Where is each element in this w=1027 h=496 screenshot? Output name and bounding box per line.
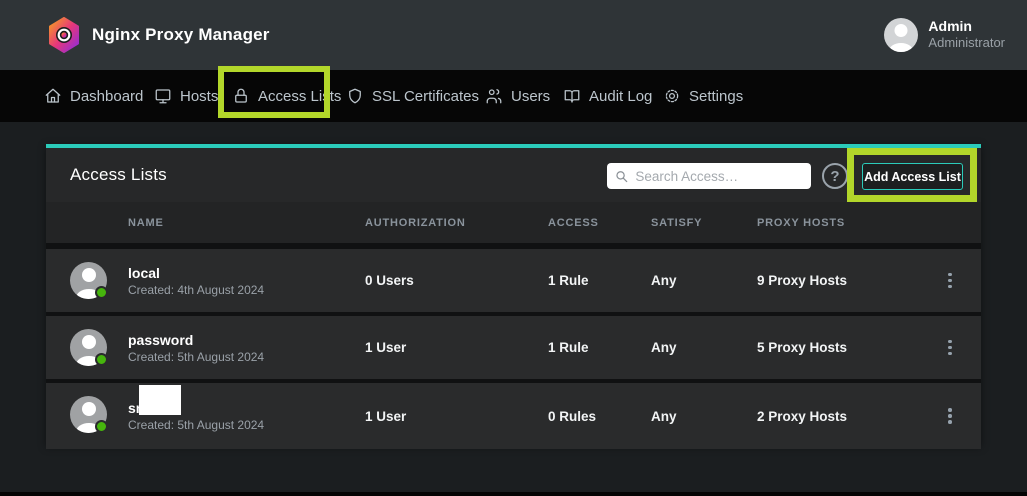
access-lists-panel: Access Lists ? Add Access List NAME AUTH… bbox=[46, 144, 981, 445]
user-name: Admin bbox=[928, 18, 1005, 35]
access-list-name: password bbox=[128, 332, 264, 348]
table-row[interactable]: password Created: 5th August 2024 1 User… bbox=[46, 316, 981, 379]
search-icon bbox=[615, 169, 628, 184]
user-menu[interactable]: Admin Administrator bbox=[884, 18, 1005, 52]
name-cell: local Created: 4th August 2024 bbox=[128, 249, 264, 312]
search-box bbox=[607, 163, 811, 189]
row-menu-kebab-icon[interactable] bbox=[941, 249, 959, 312]
proxy-hosts-value: 2 Proxy Hosts bbox=[757, 383, 847, 449]
nav-item-users[interactable]: Users bbox=[485, 70, 550, 122]
authorization-value: 1 User bbox=[365, 383, 406, 449]
created-date: Created: 5th August 2024 bbox=[128, 418, 264, 432]
user-role: Administrator bbox=[928, 35, 1005, 51]
panel-header: Access Lists ? Add Access List bbox=[46, 148, 981, 202]
nav-label: Settings bbox=[689, 88, 743, 105]
page-title: Access Lists bbox=[70, 148, 167, 202]
column-header-proxy-hosts: PROXY HOSTS bbox=[757, 202, 845, 243]
row-menu-kebab-icon[interactable] bbox=[941, 383, 959, 449]
table-row[interactable]: local Created: 4th August 2024 0 Users 1… bbox=[46, 249, 981, 312]
help-button[interactable]: ? bbox=[822, 163, 848, 189]
authorization-value: 0 Users bbox=[365, 249, 414, 312]
book-icon bbox=[563, 87, 581, 105]
row-menu-kebab-icon[interactable] bbox=[941, 316, 959, 379]
user-avatar bbox=[884, 18, 918, 52]
app-logo-icon bbox=[48, 17, 80, 53]
access-value: 1 Rule bbox=[548, 316, 589, 379]
proxy-hosts-value: 9 Proxy Hosts bbox=[757, 249, 847, 312]
online-status-dot bbox=[95, 420, 108, 433]
table-row[interactable]: sn Created: 5th August 2024 1 User 0 Rul… bbox=[46, 383, 981, 449]
search-input[interactable] bbox=[635, 169, 803, 184]
nav-label: Access Lists bbox=[258, 88, 341, 105]
access-value: 0 Rules bbox=[548, 383, 596, 449]
column-header-authorization: AUTHORIZATION bbox=[365, 202, 466, 243]
nav-label: Hosts bbox=[180, 88, 218, 105]
nav-item-audit-log[interactable]: Audit Log bbox=[563, 70, 652, 122]
nav-label: Users bbox=[511, 88, 550, 105]
table-header: NAME AUTHORIZATION ACCESS SATISFY PROXY … bbox=[46, 202, 981, 243]
nav-item-ssl-certificates[interactable]: SSL Certificates bbox=[346, 70, 479, 122]
home-icon bbox=[44, 87, 62, 105]
nav-item-access-lists[interactable]: Access Lists bbox=[232, 70, 341, 122]
nav-item-dashboard[interactable]: Dashboard bbox=[44, 70, 143, 122]
name-cell: password Created: 5th August 2024 bbox=[128, 316, 264, 379]
satisfy-value: Any bbox=[651, 249, 677, 312]
column-header-name: NAME bbox=[128, 202, 164, 243]
authorization-value: 1 User bbox=[365, 316, 406, 379]
nav-label: SSL Certificates bbox=[372, 88, 479, 105]
add-access-list-button[interactable]: Add Access List bbox=[862, 163, 963, 190]
bottom-edge-strip bbox=[0, 492, 1027, 496]
column-header-access: ACCESS bbox=[548, 202, 599, 243]
nav-label: Audit Log bbox=[589, 88, 652, 105]
lock-icon bbox=[232, 87, 250, 105]
main-nav: Dashboard Hosts Access Lists SSL Certifi… bbox=[0, 70, 1027, 122]
app-title: Nginx Proxy Manager bbox=[92, 0, 270, 70]
nav-item-settings[interactable]: Settings bbox=[663, 70, 743, 122]
question-mark-icon: ? bbox=[830, 168, 839, 185]
nav-item-hosts[interactable]: Hosts bbox=[154, 70, 218, 122]
online-status-dot bbox=[95, 286, 108, 299]
access-list-name: local bbox=[128, 265, 264, 281]
users-icon bbox=[485, 87, 503, 105]
table-body: local Created: 4th August 2024 0 Users 1… bbox=[46, 243, 981, 449]
access-value: 1 Rule bbox=[548, 249, 589, 312]
gear-icon bbox=[663, 87, 681, 105]
created-date: Created: 5th August 2024 bbox=[128, 350, 264, 364]
column-header-satisfy: SATISFY bbox=[651, 202, 702, 243]
created-date: Created: 4th August 2024 bbox=[128, 283, 264, 297]
satisfy-value: Any bbox=[651, 316, 677, 379]
redaction-overlay bbox=[139, 385, 181, 415]
nav-label: Dashboard bbox=[70, 88, 143, 105]
app-header: Nginx Proxy Manager Admin Administrator bbox=[0, 0, 1027, 70]
proxy-hosts-value: 5 Proxy Hosts bbox=[757, 316, 847, 379]
online-status-dot bbox=[95, 353, 108, 366]
shield-icon bbox=[346, 87, 364, 105]
satisfy-value: Any bbox=[651, 383, 677, 449]
monitor-icon bbox=[154, 87, 172, 105]
